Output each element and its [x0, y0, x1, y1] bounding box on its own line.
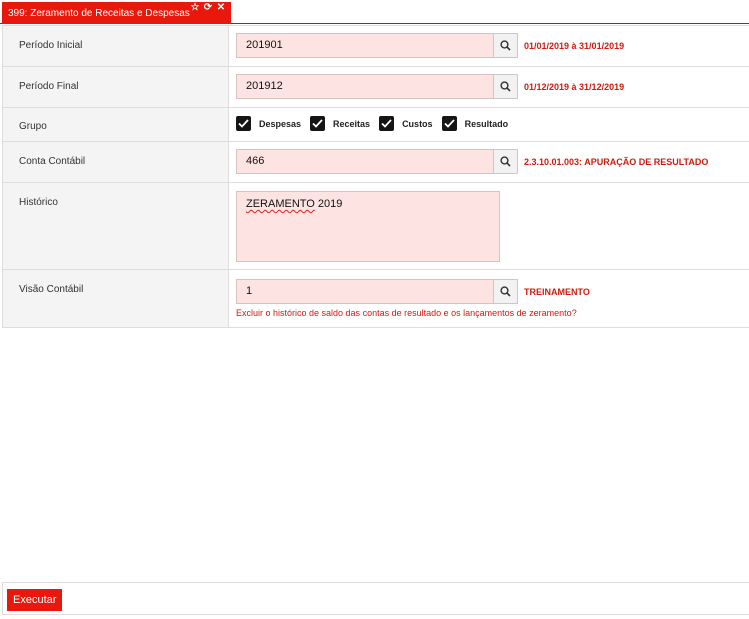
conta-contabil-input[interactable]: 466 [236, 149, 493, 174]
resultado-label: Resultado [464, 118, 509, 129]
periodo-inicial-input[interactable]: 201901 [236, 33, 493, 58]
search-icon [500, 81, 511, 92]
periodo-final-search-button[interactable] [493, 74, 518, 99]
periodo-final-input[interactable]: 201912 [236, 74, 493, 99]
conta-contabil-label: Conta Contábil [2, 142, 229, 182]
grupo-checkbox-group: Despesas Receitas Custos Resultado [236, 116, 517, 131]
despesas-checkbox[interactable] [236, 116, 251, 131]
grupo-cell: Despesas Receitas Custos Resultado [229, 108, 749, 141]
refresh-icon[interactable]: ⟳ [203, 3, 213, 13]
row-visao-contabil: Visão Contábil 1 TREINAMENTO Excluir o h… [2, 270, 749, 328]
check-icon [443, 119, 455, 128]
visao-contabil-input[interactable]: 1 [236, 279, 493, 304]
check-icon [238, 119, 249, 128]
visao-contabil-warning: Excluir o histórico de saldo das contas … [236, 308, 577, 318]
row-grupo: Grupo Despesas Receitas Custos Resultado [2, 108, 749, 142]
row-periodo-final: Período Final 201912 01/12/2019 à 31/12/… [2, 67, 749, 108]
row-conta-contabil: Conta Contábil 466 2.3.10.01.003: APURAÇ… [2, 142, 749, 183]
tab-zeramento[interactable]: 399: Zeramento de Receitas e Despesas ☆ … [2, 2, 231, 24]
custos-label: Custos [402, 118, 433, 129]
check-icon [312, 119, 323, 128]
historico-cell: ZERAMENTO 2019 [229, 183, 749, 269]
row-periodo-inicial: Período Inicial 201901 01/01/2019 à 31/0… [2, 26, 749, 67]
periodo-final-cell: 201912 01/12/2019 à 31/12/2019 [229, 67, 749, 107]
search-icon [500, 286, 511, 297]
conta-contabil-cell: 466 2.3.10.01.003: APURAÇÃO DE RESULTADO [229, 142, 749, 182]
periodo-inicial-label: Período Inicial [2, 26, 229, 66]
despesas-label: Despesas [259, 118, 302, 129]
resultado-checkbox[interactable] [441, 116, 457, 131]
tab-actions: ☆ ⟳ ✕ [190, 3, 226, 13]
visao-contabil-search-button[interactable] [493, 279, 518, 304]
tab-title: 399: Zeramento de Receitas e Despesas [8, 8, 190, 19]
check-icon [381, 119, 392, 128]
search-icon [500, 40, 511, 51]
row-historico: Histórico ZERAMENTO 2019 [2, 183, 749, 270]
visao-contabil-input-group: 1 [236, 279, 518, 304]
form-table: Período Inicial 201901 01/01/2019 à 31/0… [2, 25, 749, 328]
close-icon[interactable]: ✕ [216, 3, 226, 13]
grupo-label: Grupo [2, 108, 229, 141]
conta-contabil-search-button[interactable] [493, 149, 518, 174]
historico-text-word1: ZERAMENTO [246, 198, 315, 210]
visao-contabil-cell: 1 TREINAMENTO Excluir o histórico de sal… [229, 270, 749, 327]
receitas-label: Receitas [333, 118, 371, 129]
star-icon[interactable]: ☆ [190, 3, 200, 13]
search-icon [500, 156, 511, 167]
periodo-inicial-description: 01/01/2019 à 31/01/2019 [524, 41, 625, 51]
receitas-checkbox[interactable] [310, 116, 326, 131]
conta-contabil-description: 2.3.10.01.003: APURAÇÃO DE RESULTADO [524, 157, 709, 167]
execute-button[interactable]: Executar [7, 589, 63, 611]
conta-contabil-input-group: 466 [236, 149, 518, 174]
visao-contabil-description: TREINAMENTO [524, 287, 590, 297]
historico-text-word2: 2019 [317, 198, 343, 210]
historico-label: Histórico [2, 183, 229, 269]
tab-bar: 399: Zeramento de Receitas e Despesas ☆ … [0, 0, 749, 24]
periodo-final-label: Período Final [2, 67, 229, 107]
periodo-inicial-input-group: 201901 [236, 33, 518, 58]
custos-checkbox[interactable] [379, 116, 395, 131]
periodo-final-input-group: 201912 [236, 74, 518, 99]
periodo-inicial-cell: 201901 01/01/2019 à 31/01/2019 [229, 26, 749, 66]
periodo-final-description: 01/12/2019 à 31/12/2019 [524, 82, 625, 92]
footer-bar: Executar [2, 582, 749, 615]
periodo-inicial-search-button[interactable] [493, 33, 518, 58]
visao-contabil-label: Visão Contábil [2, 270, 229, 327]
historico-textarea[interactable]: ZERAMENTO 2019 [236, 191, 500, 262]
